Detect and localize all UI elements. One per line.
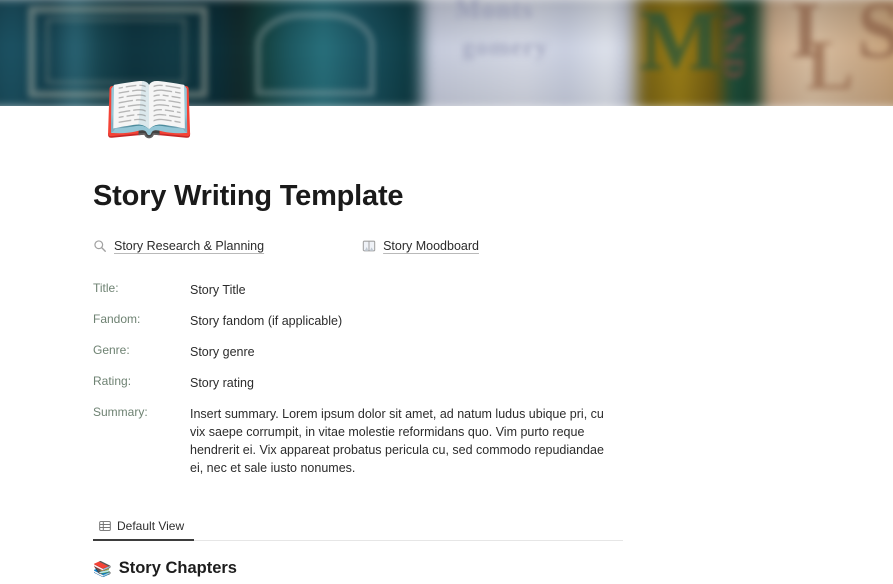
property-value[interactable]: Story genre xyxy=(190,343,255,361)
property-row-rating: Rating: Story rating xyxy=(93,374,893,392)
database-title-text: Story Chapters xyxy=(118,559,237,577)
property-label: Summary: xyxy=(93,405,148,419)
page-content: Story Writing Template Story Research & … xyxy=(0,106,893,584)
notion-page: Monts gomery M AND I S L 📖 Story Writing… xyxy=(0,0,893,584)
books-icon: 📚 xyxy=(93,560,112,578)
spine-decor-4: Monts xyxy=(455,0,534,24)
link-story-moodboard[interactable]: Story Moodboard xyxy=(362,239,479,253)
picture-frame-icon xyxy=(362,239,376,253)
link-story-research-and-planning[interactable]: Story Research & Planning xyxy=(93,239,264,253)
spine-decor-5: gomery xyxy=(462,34,549,61)
link-label: Story Moodboard xyxy=(383,239,479,253)
spine-decor-3 xyxy=(255,12,375,96)
database-story-chapters: 📚 Story Chapters Aa xyxy=(93,559,791,584)
property-label: Rating: xyxy=(93,374,132,388)
database-view-tabs: Default View xyxy=(93,515,623,541)
page-title[interactable]: Story Writing Template xyxy=(93,180,893,213)
page-properties: Title: Story Title Fandom: Story fandom … xyxy=(93,281,893,477)
page-icon-open-book[interactable]: 📖 xyxy=(103,66,195,154)
spine-decor-9: L xyxy=(806,25,855,105)
spine-decor-6: M xyxy=(640,0,722,88)
property-label: Fandom: xyxy=(93,312,141,326)
property-label: Title: xyxy=(93,281,119,295)
property-value[interactable]: Story fandom (if applicable) xyxy=(190,312,342,330)
property-row-fandom: Fandom: Story fandom (if applicable) xyxy=(93,312,893,330)
spine-decor-7: AND xyxy=(717,8,750,82)
property-row-genre: Genre: Story genre xyxy=(93,343,893,361)
property-value[interactable]: Story rating xyxy=(190,374,254,392)
tab-label: Default View xyxy=(117,519,185,533)
database-title[interactable]: 📚 Story Chapters xyxy=(93,559,791,578)
property-value[interactable]: Insert summary. Lorem ipsum dolor sit am… xyxy=(190,405,604,477)
property-row-title: Title: Story Title xyxy=(93,281,893,299)
related-page-links: Story Research & Planning Story Moodboar… xyxy=(93,237,893,255)
property-value[interactable]: Story Title xyxy=(190,281,246,299)
property-row-summary: Summary: Insert summary. Lorem ipsum dol… xyxy=(93,405,893,477)
link-label: Story Research & Planning xyxy=(114,239,265,253)
tab-default-view[interactable]: Default View xyxy=(93,515,195,541)
table-icon xyxy=(99,520,111,532)
magnifier-icon xyxy=(93,239,107,253)
property-label: Genre: xyxy=(93,343,130,357)
